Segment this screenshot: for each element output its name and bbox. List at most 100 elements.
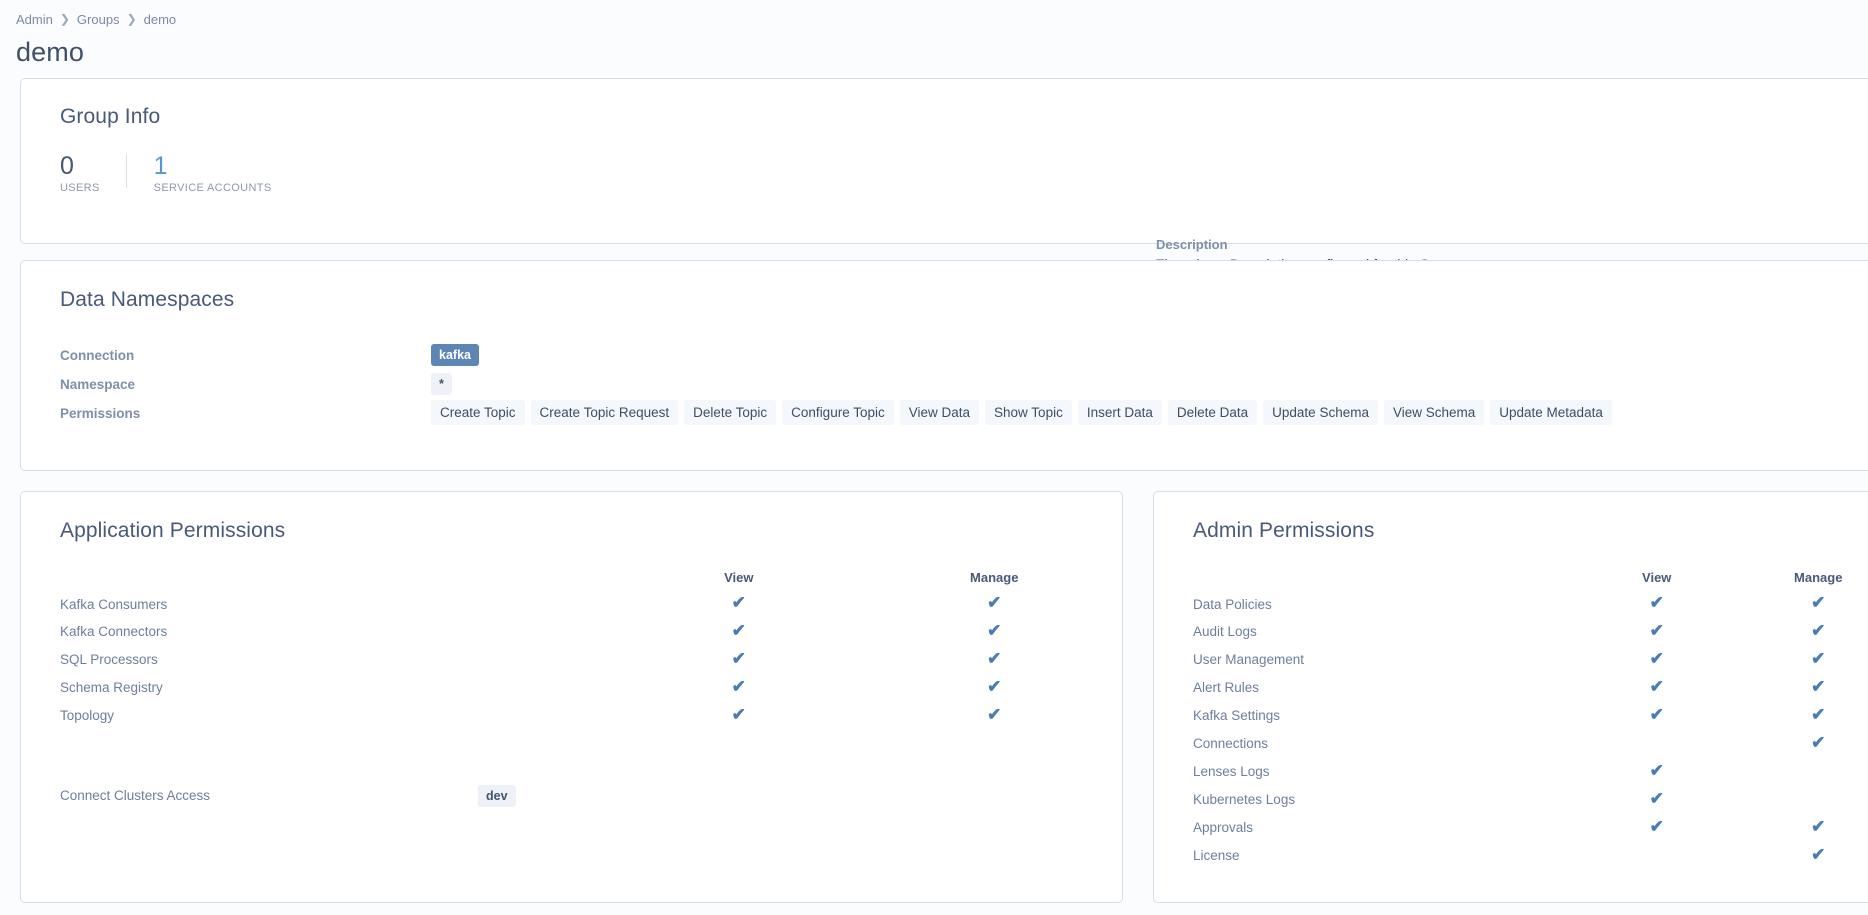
check-icon: ✔ — [1811, 732, 1826, 752]
permission-name: Kafka Connectors — [60, 623, 168, 639]
permission-chip[interactable]: Create Topic — [431, 400, 525, 425]
check-icon: ✔ — [1649, 592, 1664, 612]
table-row: Topology ✔ ✔ — [21, 701, 1122, 729]
permission-cell-manage: ✔ — [1737, 813, 1868, 841]
permission-cell-view: ✔ — [611, 673, 866, 701]
chevron-right-icon: ❯ — [126, 11, 137, 26]
permission-chip[interactable]: Show Topic — [985, 400, 1072, 425]
check-icon: ✔ — [1811, 844, 1826, 864]
table-row: Audit Logs ✔ ✔ — [1154, 617, 1868, 645]
check-icon: ✔ — [731, 620, 746, 640]
stat-service-accounts: 1 SERVICE ACCOUNTS — [125, 151, 298, 194]
breadcrumb-item-admin[interactable]: Admin — [16, 12, 53, 27]
stat-service-accounts-label: SERVICE ACCOUNTS — [153, 182, 272, 194]
permission-chip[interactable]: Configure Topic — [782, 400, 894, 425]
data-namespaces-rows: Connection kafka Namespace * Permissions… — [60, 344, 1868, 431]
permission-cell-view: ✔ — [1576, 785, 1738, 813]
check-icon: ✔ — [987, 620, 1002, 640]
permission-name: User Management — [1193, 651, 1305, 667]
check-icon: ✔ — [987, 704, 1002, 724]
group-info-stats: 0 USERS 1 SERVICE ACCOUNTS — [60, 151, 298, 194]
connection-label: Connection — [60, 348, 135, 363]
table-row: Connections ✔ ✔ — [1154, 729, 1868, 757]
namespace-name-row: Namespace * — [60, 373, 1868, 402]
check-icon: ✔ — [1649, 788, 1664, 808]
stat-users-value: 0 — [60, 152, 74, 180]
check-icon: ✔ — [731, 592, 746, 612]
permission-name: Kubernetes Logs — [1193, 791, 1296, 807]
permission-name: Data Policies — [1193, 596, 1272, 612]
check-icon: ✔ — [1811, 816, 1826, 836]
admin-permissions-card: Admin Permissions View Manage Data Polic… — [1153, 491, 1868, 903]
permission-cell-manage: ✔ — [867, 589, 1123, 617]
table-row: Lenses Logs ✔ ✔ — [1154, 757, 1868, 785]
permission-chip[interactable]: Delete Topic — [684, 400, 777, 425]
namespace-label: Namespace — [60, 377, 136, 392]
permission-chip[interactable]: View Schema — [1383, 400, 1485, 425]
header-manage: Manage — [970, 569, 1019, 585]
permission-chip[interactable]: Insert Data — [1077, 400, 1162, 425]
permission-name: Schema Registry — [60, 679, 163, 695]
namespace-chip: * — [431, 373, 452, 395]
permission-chip[interactable]: Delete Data — [1167, 400, 1258, 425]
check-icon: ✔ — [987, 676, 1002, 696]
table-row: Kafka Settings ✔ ✔ — [1154, 701, 1868, 729]
table-row: User Management ✔ ✔ — [1154, 645, 1868, 673]
permission-cell-view: ✔ — [1576, 589, 1738, 617]
permission-cell-manage: ✔ — [1737, 645, 1868, 673]
table-row: Kubernetes Logs ✔ ✔ — [1154, 785, 1868, 813]
permission-cell-manage: ✔ — [1737, 757, 1868, 785]
permission-cell-view: ✔ — [1576, 841, 1738, 869]
table-row: Kafka Connectors ✔ ✔ — [21, 617, 1122, 645]
description-label: Description — [1156, 237, 1228, 252]
check-icon: ✔ — [1811, 620, 1826, 640]
permission-cell-view: ✔ — [611, 589, 866, 617]
group-info-title: Group Info — [60, 105, 161, 128]
permission-cell-manage: ✔ — [1737, 673, 1868, 701]
permission-chip[interactable]: Create Topic Request — [530, 400, 679, 425]
permission-name: Audit Logs — [1193, 623, 1257, 639]
stat-service-accounts-value[interactable]: 1 — [154, 151, 272, 181]
permission-cell-view: ✔ — [1576, 729, 1738, 757]
permission-cell-manage: ✔ — [867, 701, 1123, 729]
permission-cell-view: ✔ — [1576, 701, 1738, 729]
breadcrumb-item-groups[interactable]: Groups — [77, 12, 120, 27]
stat-users: 0 USERS — [60, 151, 126, 194]
chevron-right-icon: ❯ — [59, 11, 70, 26]
check-icon: ✔ — [731, 676, 746, 696]
permission-name: Topology — [60, 707, 115, 723]
connect-cluster-chip[interactable]: dev — [478, 785, 516, 807]
permission-chip[interactable]: Update Schema — [1263, 400, 1378, 425]
permission-cell-view: ✔ — [611, 617, 866, 645]
table-row: Data Policies ✔ ✔ — [1154, 589, 1868, 617]
permission-cell-view: ✔ — [611, 645, 866, 673]
permission-cell-manage: ✔ — [1737, 701, 1868, 729]
permission-cell-manage: ✔ — [867, 645, 1123, 673]
connect-clusters-access-row: Connect Clusters Access dev — [60, 785, 516, 807]
check-icon: ✔ — [731, 648, 746, 668]
check-icon: ✔ — [1649, 620, 1664, 640]
permission-cell-view: ✔ — [1576, 617, 1738, 645]
permission-chip[interactable]: Update Metadata — [1490, 400, 1612, 425]
permission-cell-manage: ✔ — [1737, 785, 1868, 813]
permission-name: Approvals — [1193, 819, 1254, 835]
stat-users-label: USERS — [60, 182, 100, 194]
check-icon: ✔ — [1649, 648, 1664, 668]
admin-permissions-table: View Manage Data Policies ✔ ✔ Audit Logs ✔ ✔ U… — [1154, 565, 1868, 869]
check-icon: ✔ — [731, 704, 746, 724]
header-blank — [21, 565, 611, 589]
check-icon: ✔ — [987, 592, 1002, 612]
permissions-label: Permissions — [60, 406, 141, 421]
check-icon: ✔ — [1811, 704, 1826, 724]
connection-chip[interactable]: kafka — [431, 344, 479, 366]
table-row: License ✔ ✔ — [1154, 841, 1868, 869]
connect-clusters-access-label: Connect Clusters Access — [60, 788, 211, 803]
breadcrumb: Admin ❯ Groups ❯ demo — [0, 0, 1868, 30]
permission-chip[interactable]: View Data — [899, 400, 980, 425]
check-icon: ✔ — [1649, 676, 1664, 696]
permission-name: License — [1193, 847, 1240, 863]
permission-cell-view: ✔ — [611, 701, 866, 729]
breadcrumb-item-current: demo — [143, 12, 177, 27]
permission-cell-manage: ✔ — [1737, 729, 1868, 757]
check-icon: ✔ — [1649, 816, 1664, 836]
